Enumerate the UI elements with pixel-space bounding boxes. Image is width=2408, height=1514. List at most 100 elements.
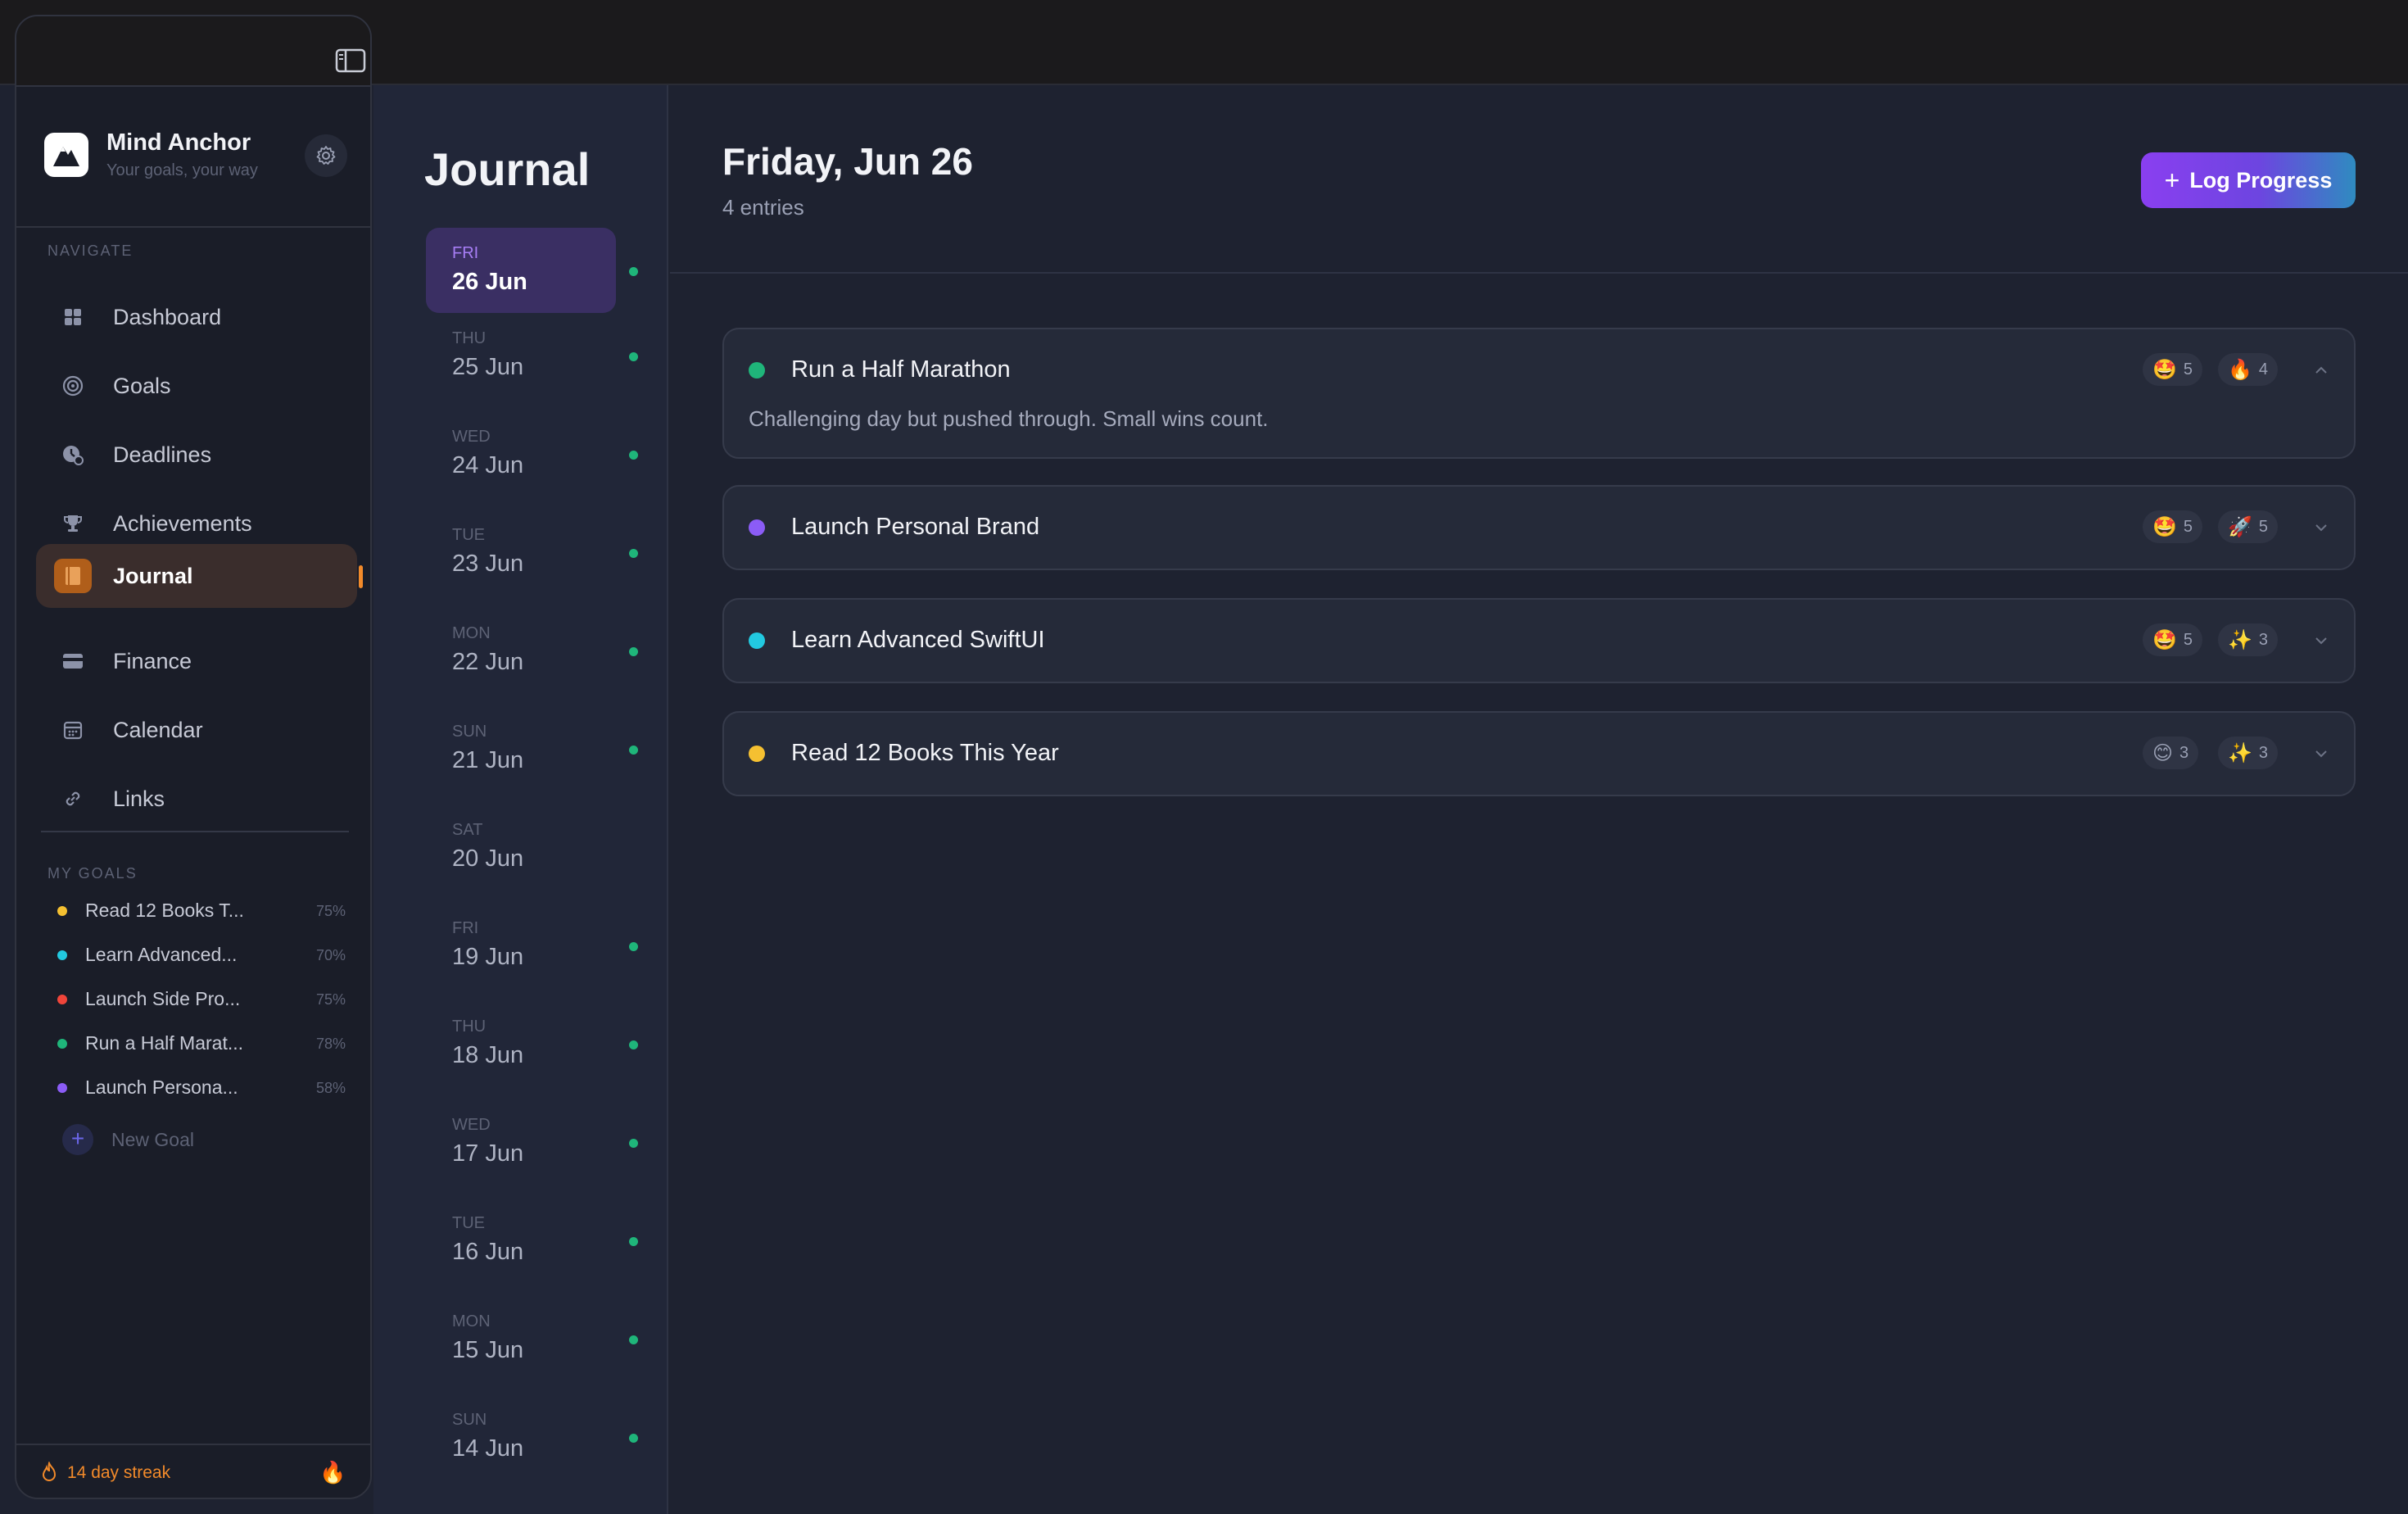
calendar-icon <box>61 718 85 742</box>
goal-percent: 70% <box>315 947 346 963</box>
sidebar-toggle-button[interactable] <box>331 46 370 75</box>
nav-item-calendar[interactable]: Calendar <box>36 698 357 762</box>
plus-icon: + <box>2164 165 2180 195</box>
has-entries-dot <box>629 451 638 460</box>
day-item[interactable]: MON 22 Jun <box>426 608 638 693</box>
day-weekday: TUE <box>452 1214 485 1232</box>
has-entries-dot <box>629 352 638 361</box>
mood-badge: 🤩 5 <box>2143 353 2203 386</box>
has-entries-dot <box>629 1237 638 1246</box>
day-item[interactable]: FRI 19 Jun <box>426 903 638 988</box>
journal-main-panel: Friday, Jun 26 4 entries + Log Progress … <box>670 85 2408 1514</box>
day-weekday: WED <box>452 428 491 446</box>
nav-item-links[interactable]: Links <box>36 767 357 831</box>
active-indicator <box>359 565 363 588</box>
day-weekday: SAT <box>452 821 483 839</box>
chevron-up-icon[interactable] <box>2311 360 2331 380</box>
has-entries-dot <box>629 1040 638 1049</box>
day-item[interactable]: SUN 21 Jun <box>426 706 638 791</box>
day-weekday: MON <box>452 1312 491 1330</box>
day-date: 15 Jun <box>452 1337 524 1363</box>
energy-score: 4 <box>2258 360 2269 378</box>
nav-item-label: Finance <box>113 649 192 673</box>
day-item[interactable]: TUE 16 Jun <box>426 1198 638 1283</box>
goal-color-dot <box>57 1039 67 1049</box>
entry-read-books[interactable]: Read 12 Books This Year 😊 3 ✨ 3 <box>722 711 2356 796</box>
day-item[interactable]: FRI 26 Jun <box>426 228 638 313</box>
entry-swiftui[interactable]: Learn Advanced SwiftUI 🤩 5 ✨ 3 <box>722 598 2356 683</box>
gear-icon <box>316 146 336 165</box>
day-weekday: FRI <box>452 244 479 262</box>
goal-name: Launch Side Pro... <box>85 988 241 1009</box>
streak-text: 14 day streak <box>67 1463 171 1482</box>
new-goal-label: New Goal <box>111 1129 194 1150</box>
settings-button[interactable] <box>305 134 347 177</box>
day-item[interactable]: SAT 20 Jun <box>426 805 616 890</box>
grid-icon <box>61 305 85 329</box>
energy-badge: 🔥 4 <box>2218 353 2279 386</box>
entry-note: Challenging day but pushed through. Smal… <box>749 406 1269 431</box>
nav-item-journal[interactable]: Journal <box>36 544 363 608</box>
mood-score: 5 <box>2183 517 2193 536</box>
goal-name: Launch Persona... <box>85 1077 238 1098</box>
goal-percent: 58% <box>315 1080 346 1096</box>
sidebar-goal-learn-advanced[interactable]: Learn Advanced... 70% <box>44 939 364 972</box>
chevron-down-icon[interactable] <box>2311 744 2331 764</box>
entry-half-marathon[interactable]: Run a Half Marathon 🤩 5 🔥 4 Challenging day b… <box>722 328 2356 459</box>
goal-color-dot <box>57 1083 67 1093</box>
nav-item-label: Goals <box>113 374 171 398</box>
new-goal-button[interactable]: + New Goal <box>62 1122 308 1157</box>
sparkles-emoji-icon: ✨ <box>2228 741 2252 764</box>
energy-score: 3 <box>2258 743 2269 762</box>
day-item[interactable]: TUE 23 Jun <box>426 510 638 595</box>
energy-badge: ✨ 3 <box>2218 737 2279 769</box>
nav-item-goals[interactable]: Goals <box>36 354 357 418</box>
sparkles-emoji-icon: ✨ <box>2228 628 2252 651</box>
mood-badge: 🤩 5 <box>2143 623 2203 656</box>
day-item[interactable]: SUN 14 Jun <box>426 1394 638 1480</box>
nav-item-dashboard[interactable]: Dashboard <box>36 285 357 349</box>
goal-percent: 75% <box>315 903 346 919</box>
day-item[interactable]: WED 24 Jun <box>426 411 638 496</box>
sidebar-goal-read-books[interactable]: Read 12 Books T... 75% <box>44 895 364 927</box>
day-weekday: THU <box>452 329 487 347</box>
day-item[interactable]: THU 18 Jun <box>426 1001 638 1086</box>
energy-badge: 🚀 5 <box>2218 510 2279 543</box>
goals-section-title: MY GOALS <box>48 865 138 882</box>
day-date: 16 Jun <box>452 1239 524 1265</box>
day-item[interactable]: THU 25 Jun <box>426 313 638 398</box>
goal-percent: 75% <box>315 991 346 1008</box>
has-entries-dot <box>629 1139 638 1148</box>
app-logo-icon <box>44 133 88 177</box>
fire-emoji-icon: 🔥 <box>319 1460 346 1485</box>
chevron-down-icon[interactable] <box>2311 518 2331 537</box>
day-item[interactable]: MON 15 Jun <box>426 1296 638 1381</box>
nav-item-label: Dashboard <box>113 305 222 329</box>
energy-score: 3 <box>2258 630 2269 649</box>
sidebar-goal-half-marathon[interactable]: Run a Half Marat... 78% <box>44 1027 364 1060</box>
header-divider <box>670 272 2408 274</box>
chevron-down-icon[interactable] <box>2311 631 2331 650</box>
log-progress-button[interactable]: + Log Progress <box>2141 152 2356 208</box>
mood-score: 3 <box>2179 743 2189 762</box>
app-tagline: Your goals, your way <box>106 161 258 179</box>
entry-goal-title: Launch Personal Brand <box>791 514 1040 540</box>
entry-personal-brand[interactable]: Launch Personal Brand 🤩 5 🚀 5 <box>722 485 2356 570</box>
mood-badge: 🤩 5 <box>2143 510 2203 543</box>
star-struck-emoji-icon: 🤩 <box>2152 628 2177 651</box>
sidebar-goal-personal-brand[interactable]: Launch Persona... 58% <box>44 1072 364 1104</box>
has-entries-dot <box>629 746 638 755</box>
nav-item-deadlines[interactable]: Deadlines <box>36 423 357 487</box>
nav-item-finance[interactable]: Finance <box>36 629 357 693</box>
brand-divider <box>16 226 370 228</box>
brand: Mind Anchor Your goals, your way <box>44 118 347 192</box>
star-struck-emoji-icon: 🤩 <box>2152 358 2177 381</box>
has-entries-dot <box>629 942 638 951</box>
sidebar-goal-launch-side-project[interactable]: Launch Side Pro... 75% <box>44 983 364 1016</box>
nav-item-label: Achievements <box>113 511 252 536</box>
goal-color-dot <box>749 746 765 762</box>
day-item[interactable]: WED 17 Jun <box>426 1099 638 1185</box>
nav-section-title: NAVIGATE <box>48 243 134 259</box>
day-date: 23 Jun <box>452 551 524 577</box>
page-title: Journal <box>424 143 591 195</box>
